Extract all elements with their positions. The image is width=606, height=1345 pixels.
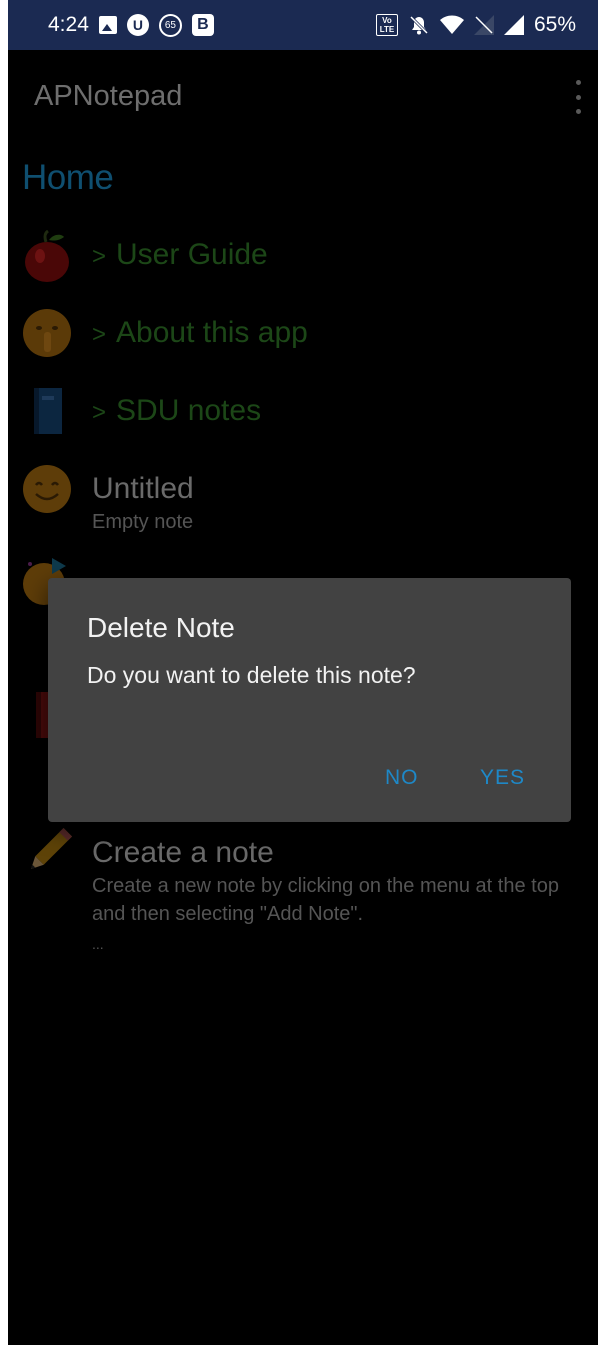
delete-note-dialog: Delete Note Do you want to delete this n… — [48, 578, 571, 822]
bell-off-icon — [408, 14, 430, 36]
signal-icon — [503, 15, 524, 35]
battery-level: 65% — [533, 13, 576, 36]
wifi-icon — [439, 15, 464, 35]
status-bar: 4:24 U 65 B Vo LTE 65% — [8, 0, 598, 50]
phone-screen: 4:24 U 65 B Vo LTE 65% APNotepad Home > … — [8, 0, 598, 1345]
volte-icon: Vo LTE — [375, 14, 398, 36]
yes-button[interactable]: YES — [480, 766, 525, 790]
no-button[interactable]: NO — [385, 766, 419, 790]
b-notification-icon: B — [191, 14, 214, 36]
dialog-message: Do you want to delete this note? — [87, 662, 416, 688]
u-notification-icon: U — [126, 14, 149, 36]
dialog-title: Delete Note — [87, 612, 235, 643]
status-time: 4:24 — [48, 13, 89, 36]
no-sim-icon — [473, 15, 494, 35]
image-icon — [98, 16, 117, 34]
65-notification-icon: 65 — [158, 13, 182, 37]
